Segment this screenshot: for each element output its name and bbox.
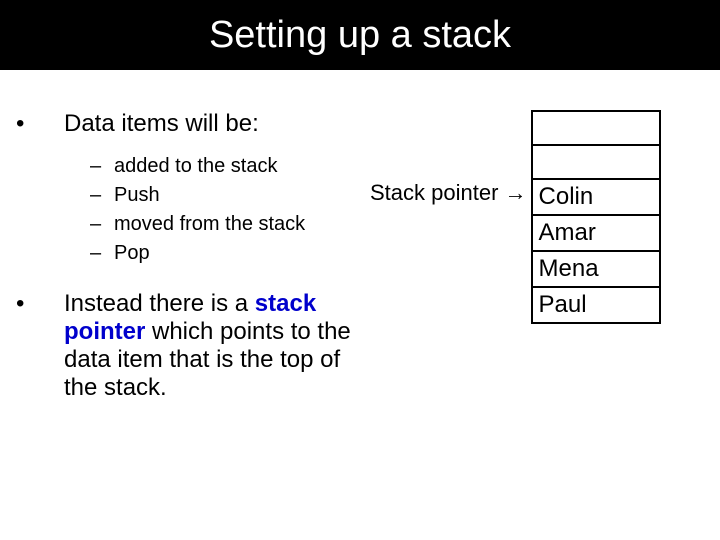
sub-bullet-list: –added to the stack –Push –moved from th… [90, 152, 370, 268]
bullet-text-pre: Instead there is a [64, 290, 255, 317]
dash-icon: – [90, 239, 114, 268]
sub-bullet-1: –added to the stack [90, 152, 370, 181]
bullet-dot: • [40, 290, 64, 318]
bullet-level1-1: •Data items will be: [64, 110, 370, 138]
stack-cell: Colin [532, 179, 660, 215]
sub-bullet-text: Pop [114, 242, 150, 264]
slide-body: •Data items will be: –added to the stack… [0, 70, 720, 416]
sub-bullet-3: –moved from the stack [90, 210, 370, 239]
bullet-dot: • [40, 110, 64, 138]
stack-cell: Paul [532, 287, 660, 323]
right-column: Stack pointer → Colin Amar Mena Paul [370, 110, 690, 416]
sub-bullet-text: added to the stack [114, 155, 277, 177]
stack-cell: Amar [532, 215, 660, 251]
slide-title: Setting up a stack [0, 0, 720, 70]
sub-bullet-text: moved from the stack [114, 213, 305, 235]
stack-pointer-label: Stack pointer → [370, 180, 527, 206]
bullet-level1-2: •Instead there is a stack pointer which … [64, 290, 370, 402]
dash-icon: – [90, 152, 114, 181]
dash-icon: – [90, 210, 114, 239]
stack-cell [532, 145, 660, 179]
stack-cell [532, 111, 660, 145]
stack-cell: Mena [532, 251, 660, 287]
left-column: •Data items will be: –added to the stack… [40, 110, 370, 416]
sub-bullet-4: –Pop [90, 239, 370, 268]
sub-bullet-2: –Push [90, 181, 370, 210]
stack-diagram: Stack pointer → Colin Amar Mena Paul [370, 110, 661, 324]
stack-table: Colin Amar Mena Paul [531, 110, 661, 324]
bullet-text: Data items will be: [64, 110, 259, 137]
sub-bullet-text: Push [114, 184, 160, 206]
dash-icon: – [90, 181, 114, 210]
